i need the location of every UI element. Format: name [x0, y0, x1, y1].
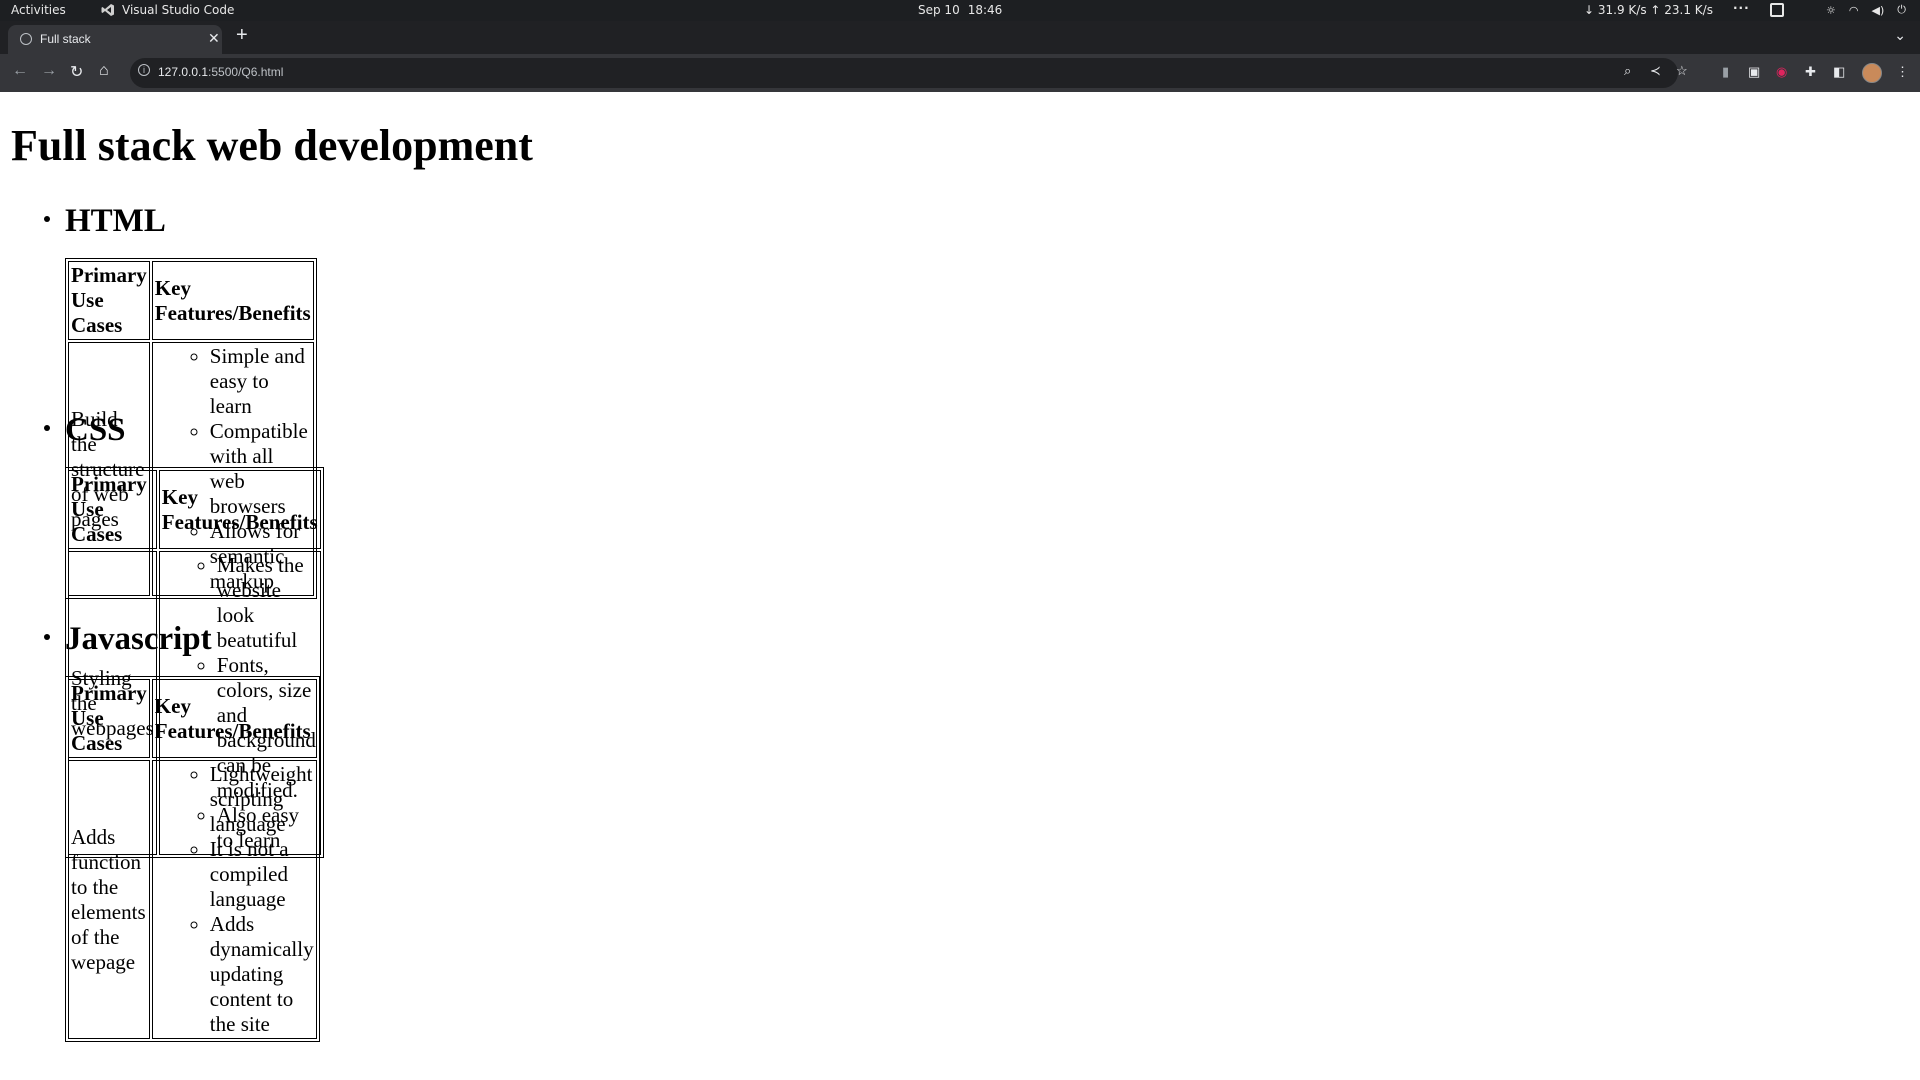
home-icon[interactable]: ⌂: [99, 62, 109, 80]
back-arrow-icon[interactable]: ←: [12, 62, 28, 80]
more-icon[interactable]: ···: [1733, 1, 1750, 15]
forward-arrow-icon[interactable]: →: [41, 62, 57, 80]
section-heading: Javascript: [65, 621, 212, 657]
url-path: :5500/Q6.html: [208, 65, 284, 79]
vscode-icon: [101, 4, 114, 16]
reload-icon[interactable]: ↻: [70, 62, 83, 82]
system-top-bar: Activities Visual Studio Code Sep 10 18:4…: [0, 0, 1920, 21]
url-host: 127.0.0.1: [158, 65, 209, 79]
feature-item: Makes the website look beatutiful: [217, 553, 318, 653]
clock[interactable]: Sep 10 18:46: [918, 3, 1002, 17]
site-info-icon[interactable]: i: [138, 64, 150, 76]
app-menu[interactable]: Visual Studio Code: [101, 3, 234, 17]
browser-tab[interactable]: Full stack ✕: [8, 25, 222, 54]
weather-icon[interactable]: ☼: [1826, 4, 1836, 17]
header-primary-use-cases: Primary Use Cases: [68, 470, 157, 549]
header-primary-use-cases: Primary Use Cases: [68, 261, 150, 340]
feature-item: It is not a compiled language: [210, 837, 314, 912]
side-panel-icon[interactable]: ◧: [1833, 64, 1845, 80]
extension-icon[interactable]: ▮: [1722, 64, 1729, 80]
globe-icon: [20, 33, 32, 45]
section-heading: CSS: [65, 412, 126, 448]
list-bullet: [44, 425, 50, 431]
share-icon[interactable]: ≺: [1650, 63, 1661, 79]
list-bullet: [44, 216, 50, 222]
bookmark-star-icon[interactable]: ☆: [1676, 63, 1688, 79]
network-speed-indicator: ↓ 31.9 K/s ↑ 23.1 K/s: [1584, 3, 1713, 17]
use-case-cell: Adds function to the elements of the wep…: [68, 760, 150, 1039]
app-name: Visual Studio Code: [122, 3, 235, 17]
extension-icon[interactable]: ◉: [1776, 64, 1787, 80]
activities-button[interactable]: Activities: [11, 3, 66, 17]
feature-item: Simple and easy to learn: [210, 344, 311, 419]
tab-search-chevron-icon[interactable]: ⌄: [1894, 27, 1906, 44]
features-cell: Lightweight scripting language It is not…: [151, 760, 317, 1039]
power-icon[interactable]: ⏻: [1897, 3, 1906, 17]
list-bullet: [44, 634, 50, 640]
zoom-icon[interactable]: ⌕: [1624, 63, 1631, 79]
wifi-icon[interactable]: ◠: [1849, 4, 1859, 17]
chrome-menu-icon[interactable]: ⋮: [1896, 64, 1909, 80]
header-primary-use-cases: Primary Use Cases: [68, 679, 150, 758]
page-title: Full stack web development: [11, 121, 533, 170]
browser-toolbar: ← → ↻ ⌂ i 127.0.0.1:5500/Q6.html ⌕ ≺ ☆ ▮…: [0, 54, 1920, 92]
header-key-features: Key Features/Benefits: [151, 261, 314, 340]
tab-title: Full stack: [40, 32, 91, 46]
system-tray[interactable]: ☼ ◠ ◀) ⏻: [1826, 3, 1906, 17]
workspace-icon[interactable]: [1770, 3, 1784, 17]
feature-item: Lightweight scripting language: [210, 762, 314, 837]
new-tab-button[interactable]: +: [236, 24, 248, 47]
web-page: Full stack web development HTML Primary …: [0, 92, 1920, 1080]
address-bar[interactable]: i 127.0.0.1:5500/Q6.html ⌕ ≺ ☆: [130, 58, 1688, 88]
browser-tab-strip: Full stack ✕ + ⌄: [0, 21, 1920, 54]
clock-date: Sep 10: [918, 3, 960, 17]
feature-item: Adds dynamically updating content to the…: [210, 912, 314, 1037]
close-tab-icon[interactable]: ✕: [208, 30, 220, 47]
header-key-features: Key Features/Benefits: [158, 470, 321, 549]
volume-icon[interactable]: ◀): [1872, 4, 1885, 17]
section-heading: HTML: [65, 203, 166, 239]
clock-time: 18:46: [967, 3, 1003, 17]
header-key-features: Key Features/Benefits: [151, 679, 317, 758]
url-text[interactable]: 127.0.0.1:5500/Q6.html: [158, 65, 283, 79]
extension-icon[interactable]: ▣: [1748, 64, 1760, 80]
profile-avatar[interactable]: [1862, 63, 1882, 83]
javascript-table: Primary Use Cases Key Features/Benefits …: [65, 676, 320, 1042]
extensions-puzzle-icon[interactable]: ✚: [1805, 64, 1816, 80]
